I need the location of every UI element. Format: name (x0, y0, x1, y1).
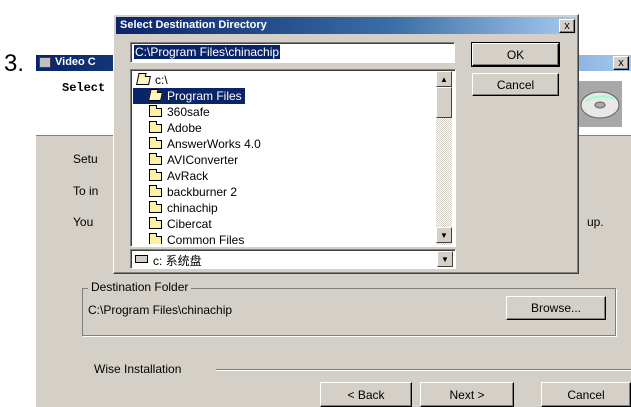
folder-icon (149, 233, 162, 244)
folder-tree[interactable]: c:\ Program Files 360safe Adobe AnswerWorks … (130, 69, 456, 247)
browse-label: Browse... (530, 301, 581, 315)
step-number: 3. (4, 50, 25, 77)
tree-item-label: AVIConverter (167, 153, 239, 167)
tree-item-label: 360safe (167, 105, 210, 119)
destination-folder-label: Destination Folder (88, 280, 192, 294)
folder-icon (149, 153, 162, 166)
drive-value: c: 系统盘 (153, 254, 202, 268)
tree-item-label: Common Files (167, 233, 245, 244)
dialog-close-button[interactable]: x (559, 19, 575, 33)
folder-tree-list: c:\ Program Files 360safe Adobe AnswerWorks … (133, 72, 433, 244)
open-folder-icon (148, 92, 163, 102)
tree-item[interactable]: Program Files (133, 88, 245, 104)
tree-item[interactable]: chinachip (133, 200, 221, 216)
arrow-down-icon: ▼ (440, 230, 448, 240)
folder-icon (149, 201, 162, 214)
dialog-title: Select Destination Directory (120, 19, 267, 31)
tree-scrollbar[interactable]: ▲ ▼ (436, 71, 452, 245)
tree-item-label: Program Files (167, 89, 242, 103)
tree-item[interactable]: c:\ (133, 72, 171, 88)
installer-title: Video C (55, 56, 96, 68)
ok-button[interactable]: OK (471, 42, 560, 67)
app-icon (39, 57, 51, 68)
tree-item-label: chinachip (167, 201, 218, 215)
tree-item[interactable]: AvRack (133, 168, 211, 184)
dialog-cancel-label: Cancel (496, 77, 535, 92)
folder-icon (149, 121, 162, 134)
tree-item-label: backburner 2 (167, 185, 238, 199)
path-input[interactable]: C:\Program Files\chinachip (130, 42, 455, 63)
drive-select[interactable]: c: 系统盘 ▼ (130, 249, 456, 269)
tree-item[interactable]: AVIConverter (133, 152, 241, 168)
installer-cancel-button[interactable]: Cancel (541, 382, 631, 407)
chevron-down-icon: ▼ (441, 254, 449, 264)
tree-item-label: AvRack (167, 169, 209, 183)
tree-item[interactable]: AnswerWorks 4.0 (133, 136, 264, 152)
scroll-up-button[interactable]: ▲ (436, 71, 452, 87)
tree-item[interactable]: 360safe (133, 104, 213, 120)
tree-item[interactable]: Common Files (133, 232, 247, 244)
header-title: Select (62, 81, 106, 95)
folder-icon (149, 185, 162, 198)
next-label: Next > (449, 387, 485, 402)
scroll-thumb[interactable] (436, 87, 452, 118)
installer-cancel-label: Cancel (567, 387, 605, 402)
folder-icon (149, 169, 162, 182)
back-label: < Back (347, 387, 385, 402)
folder-icon (149, 217, 162, 230)
cd-icon (576, 81, 622, 127)
path-input-text: C:\Program Files\chinachip (134, 45, 281, 59)
tree-item-label: AnswerWorks 4.0 (167, 137, 261, 151)
scroll-down-button[interactable]: ▼ (436, 227, 452, 243)
browse-button[interactable]: Browse... (506, 296, 606, 320)
open-folder-icon (136, 76, 151, 86)
drive-icon (135, 255, 148, 263)
folder-icon (149, 105, 162, 118)
tree-item-label: Cibercat (167, 217, 212, 231)
dialog-titlebar[interactable]: Select Destination Directory (116, 17, 576, 34)
destination-path: C:\Program Files\chinachip (88, 303, 233, 317)
tree-item-label: c:\ (155, 73, 168, 87)
body-line-setup-end: up. (587, 215, 604, 229)
tree-item[interactable]: backburner 2 (133, 184, 240, 200)
tree-item[interactable]: Cibercat (133, 216, 215, 232)
back-button[interactable]: < Back (320, 382, 412, 407)
folder-icon (149, 137, 162, 150)
installer-close-button[interactable]: x (613, 56, 629, 70)
ok-label: OK (506, 47, 525, 62)
arrow-up-icon: ▲ (440, 74, 448, 84)
body-line-you: You (73, 215, 94, 229)
brand-divider (216, 369, 631, 371)
body-line-setup: Setu (73, 152, 98, 166)
next-button[interactable]: Next > (420, 382, 514, 407)
tree-item[interactable]: Adobe (133, 120, 205, 136)
body-line-to-install: To in (73, 184, 99, 198)
brand-label: Wise Installation (94, 362, 182, 376)
drive-dropdown-button[interactable]: ▼ (437, 251, 453, 267)
dialog-cancel-button[interactable]: Cancel (472, 73, 559, 96)
close-icon: x (564, 20, 570, 32)
select-directory-dialog: Select Destination Directory x C:\Progra… (113, 14, 579, 274)
tree-item-label: Adobe (167, 121, 202, 135)
